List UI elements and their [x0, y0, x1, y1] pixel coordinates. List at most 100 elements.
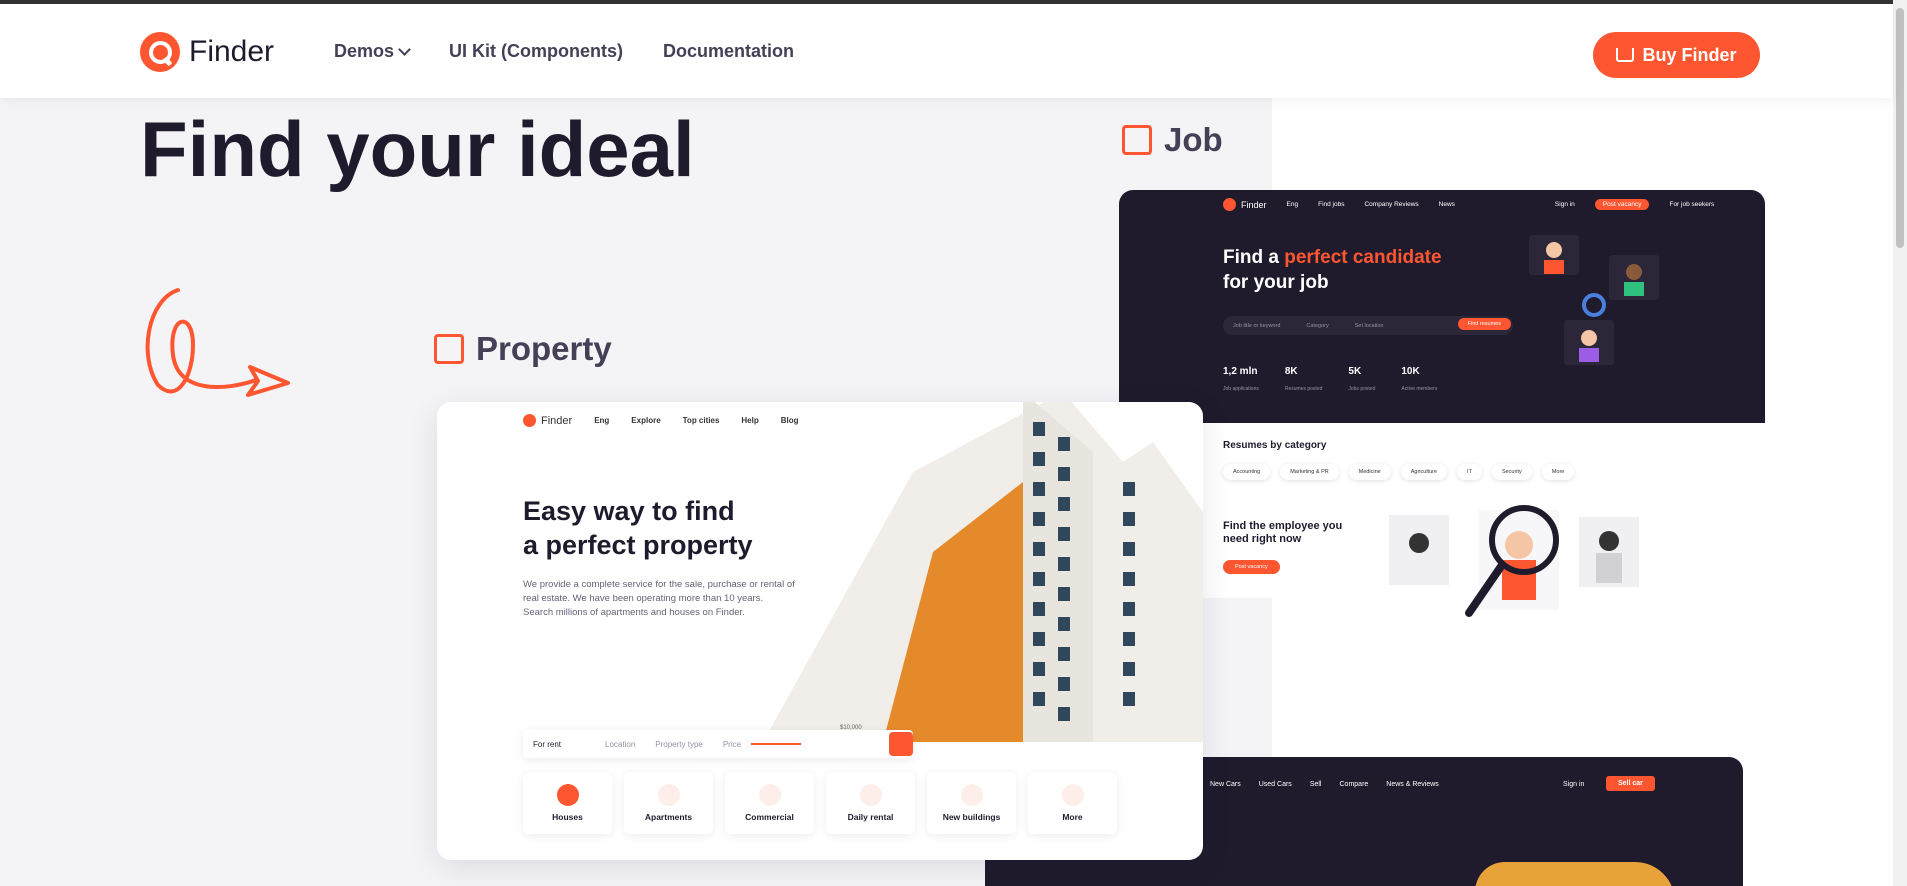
job-seekers: For job seekers	[1669, 201, 1715, 208]
logo-text: Finder	[189, 35, 275, 68]
job-nav: Finder Eng Find jobs Company Reviews New…	[1223, 198, 1714, 211]
nav-demos-label: Demos	[334, 41, 395, 61]
property-title-line1: Easy way to find	[523, 496, 735, 526]
chip-it: IT	[1457, 464, 1482, 480]
job-logo-text: Finder	[1241, 199, 1267, 210]
finder-logo[interactable]: Finder	[140, 32, 274, 72]
employee-search-illustration	[1389, 505, 1639, 617]
tile-apartments: Apartments	[624, 772, 713, 834]
property-logo: Finder	[523, 414, 572, 427]
post-vacancy-button: Post vacancy	[1223, 560, 1280, 574]
chip-more: More	[1541, 464, 1575, 480]
property-search-bar: For rent Location Property type Price	[523, 730, 913, 758]
apartment-icon	[657, 784, 680, 806]
property-description: We provide a complete service for the sa…	[523, 579, 795, 618]
commercial-icon	[758, 784, 781, 806]
property-category-tiles: Houses Apartments Commercial Daily renta…	[523, 772, 1117, 834]
job-search-bar: Job title or keyword Category Set locati…	[1223, 316, 1513, 335]
property-title: Easy way to find a perfect property	[523, 494, 753, 562]
job-demo-preview[interactable]: Finder Eng Find jobs Company Reviews New…	[1119, 190, 1765, 617]
chevron-down-icon	[398, 42, 411, 56]
tile-label: More	[1062, 812, 1083, 822]
find-employee-title: Find the employee you need right now	[1223, 520, 1342, 546]
buy-finder-button[interactable]: Buy Finder	[1593, 32, 1760, 78]
finder-logo-icon	[523, 414, 536, 427]
calendar-icon	[859, 784, 882, 806]
resumes-title: Resumes by category	[1223, 440, 1327, 451]
stat-item: 8K Resumes posted	[1285, 366, 1323, 395]
buy-finder-label: Buy Finder	[1642, 44, 1737, 65]
stat-label: Jobs posted	[1348, 386, 1376, 392]
search-type: For rent	[533, 739, 562, 749]
house-icon	[556, 784, 579, 806]
nav-demos[interactable]: Demos	[334, 41, 411, 62]
category-property[interactable]: Property	[434, 330, 612, 368]
stat-label: Job applications	[1223, 386, 1259, 392]
tile-label: Commercial	[745, 812, 794, 822]
resume-chips: Accounting Marketing & PR Medicine Agric…	[1223, 464, 1575, 480]
tile-new-buildings: New buildings	[927, 772, 1016, 834]
scrollbar[interactable]	[1893, 0, 1907, 886]
building-image	[763, 402, 1203, 742]
search-location: Location	[605, 739, 636, 749]
stat-value: 1,2 mln	[1223, 366, 1258, 377]
job-sign-in: Sign in	[1554, 201, 1575, 208]
category-property-label: Property	[476, 330, 612, 367]
chip-marketing: Marketing & PR	[1280, 464, 1339, 480]
job-nav-reviews: Company Reviews	[1364, 201, 1419, 208]
property-nav-cities: Top cities	[682, 416, 720, 425]
job-logo: Finder	[1223, 198, 1267, 211]
car-nav-news: News & Reviews	[1386, 781, 1439, 788]
stat-label: Resumes posted	[1284, 386, 1323, 392]
property-nav: Finder Eng Explore Top cities Help Blog	[523, 414, 799, 427]
job-find-resumes-button: Find resumes	[1457, 318, 1511, 330]
stat-label: Active members	[1401, 386, 1438, 392]
property-nav-help: Help	[741, 416, 759, 425]
tile-label: Apartments	[644, 812, 693, 822]
car-nav-sell: Sell	[1309, 781, 1322, 788]
cart-icon	[1616, 48, 1635, 62]
property-title-line2: a perfect property	[523, 530, 753, 560]
chip-agriculture: Agriculture	[1400, 464, 1448, 480]
nav-documentation[interactable]: Documentation	[663, 41, 794, 62]
car-image	[1475, 862, 1675, 886]
category-job-label: Job	[1164, 121, 1223, 158]
hero-title: Find your ideal	[140, 105, 695, 193]
search-price: Price	[722, 739, 742, 749]
job-search-category: Category	[1306, 322, 1329, 329]
job-nav-news: News	[1438, 201, 1455, 208]
job-title-line2: for your job	[1223, 272, 1329, 293]
tile-houses: Houses	[523, 772, 612, 834]
candidates-illustration	[1529, 235, 1659, 365]
stat-item: 1,2 mln Job applications	[1223, 366, 1259, 395]
chip-medicine: Medicine	[1348, 464, 1391, 480]
property-lang: Eng	[594, 416, 610, 425]
main-nav: Demos UI Kit (Components) Documentation	[334, 41, 794, 62]
car-nav-used: Used Cars	[1258, 781, 1292, 788]
tile-label: Daily rental	[847, 812, 894, 822]
tile-label: New buildings	[942, 812, 1001, 822]
job-stats: 1,2 mln Job applications 8K Resumes posted…	[1223, 366, 1437, 395]
find-title-line1: Find the employee you	[1223, 520, 1343, 532]
stat-value: 5K	[1348, 366, 1362, 377]
category-job[interactable]: Job	[1122, 121, 1223, 159]
site-header: Finder Demos UI Kit (Components) Documen…	[0, 4, 1893, 98]
property-demo-preview[interactable]: Finder Eng Explore Top cities Help Blog …	[437, 402, 1203, 860]
tile-label: Houses	[552, 812, 583, 822]
briefcase-icon	[1122, 125, 1152, 155]
decorative-arrow-icon	[145, 288, 290, 397]
job-search-location: Set location	[1354, 322, 1384, 329]
nav-ui-kit[interactable]: UI Kit (Components)	[449, 41, 623, 62]
car-sign-in: Sign in	[1563, 781, 1585, 788]
tile-more: More	[1028, 772, 1117, 834]
stat-value: 8K	[1284, 366, 1298, 377]
key-icon	[960, 784, 983, 806]
job-title: Find a perfect candidate for your job	[1223, 245, 1442, 295]
tile-commercial: Commercial	[725, 772, 814, 834]
car-nav-new: New Cars	[1210, 781, 1241, 788]
building-icon	[434, 334, 464, 364]
property-nav-explore: Explore	[631, 416, 661, 425]
price-slider	[751, 743, 802, 745]
car-nav-compare: Compare	[1339, 781, 1369, 788]
scrollbar-thumb[interactable]	[1896, 8, 1904, 248]
